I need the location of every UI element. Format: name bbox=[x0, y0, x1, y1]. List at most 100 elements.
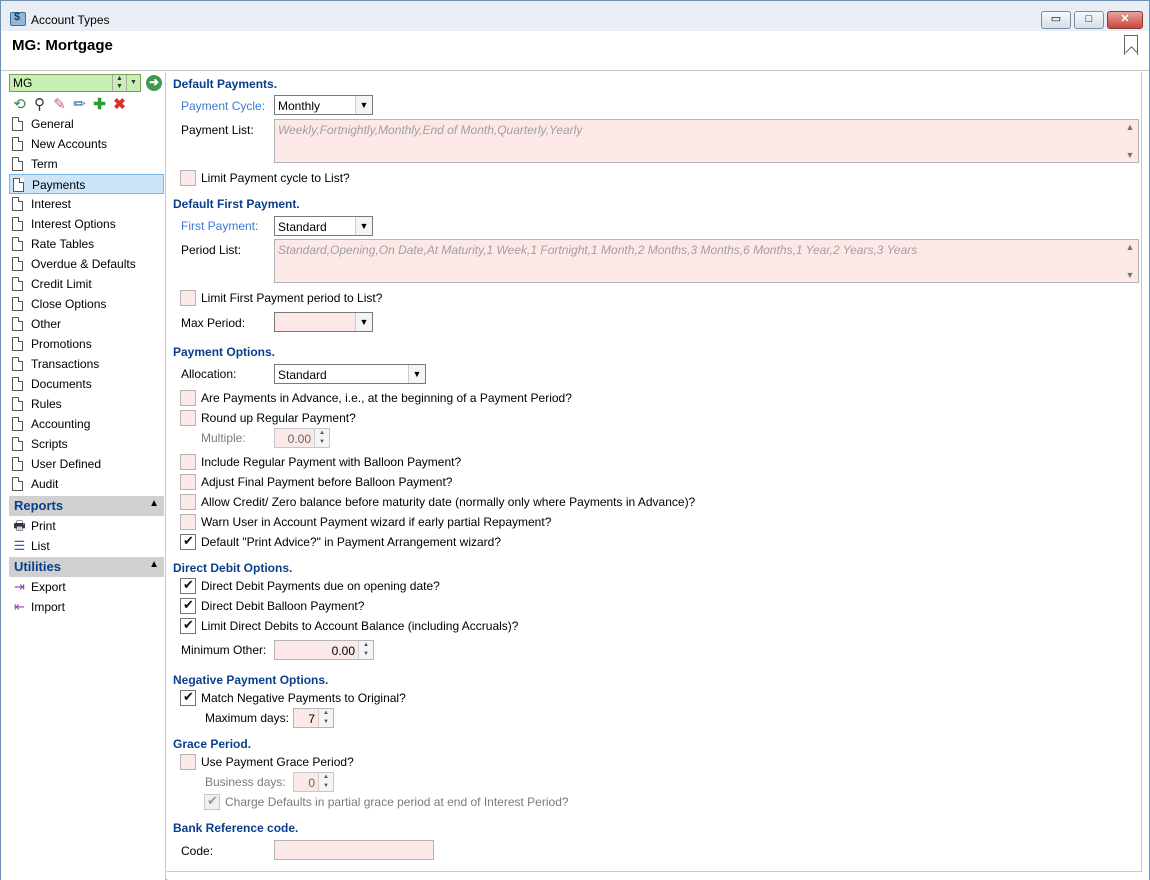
scroll-up-icon[interactable]: ▲ bbox=[1122, 242, 1138, 252]
sidebar-item-credit-limit[interactable]: Credit Limit bbox=[9, 274, 164, 294]
code-label: Code: bbox=[181, 844, 214, 858]
sidebar-item-overdue-defaults[interactable]: Overdue & Defaults bbox=[9, 254, 164, 274]
utilities-section-header[interactable]: Utilities ▲ bbox=[9, 557, 164, 577]
document-icon bbox=[12, 257, 23, 271]
sidebar-item-interest-options[interactable]: Interest Options bbox=[9, 214, 164, 234]
sidebar-item-general[interactable]: General bbox=[9, 114, 164, 134]
add-icon[interactable]: ✚ bbox=[91, 96, 108, 113]
sidebar-item-import[interactable]: ⇤ Import bbox=[9, 597, 164, 617]
charge-defaults-checkbox[interactable] bbox=[204, 793, 220, 810]
max-period-label: Max Period: bbox=[181, 316, 246, 330]
payment-list-field[interactable]: Weekly,Fortnightly,Monthly,End of Month,… bbox=[274, 119, 1139, 163]
sidebar-item-label: New Accounts bbox=[31, 137, 108, 151]
round-up-label: Round up Regular Payment? bbox=[201, 411, 356, 425]
sidebar-item-label: Transactions bbox=[31, 357, 100, 371]
use-grace-period-checkbox[interactable] bbox=[180, 754, 196, 770]
sidebar-item-user-defined[interactable]: User Defined bbox=[9, 454, 164, 474]
stepper-arrows-icon[interactable]: ▲ ▼ bbox=[318, 709, 333, 727]
sidebar-item-rules[interactable]: Rules bbox=[9, 394, 164, 414]
bookmark-icon[interactable] bbox=[1124, 35, 1138, 55]
chevron-up-icon[interactable]: ▲ bbox=[149, 559, 159, 570]
sidebar-item-transactions[interactable]: Transactions bbox=[9, 354, 164, 374]
include-regular-label: Include Regular Payment with Balloon Pay… bbox=[201, 455, 462, 469]
dd-balloon-checkbox[interactable] bbox=[180, 597, 196, 614]
binoculars-icon[interactable]: ⚲ bbox=[31, 96, 48, 113]
allow-credit-checkbox[interactable] bbox=[180, 494, 196, 510]
sidebar-item-scripts[interactable]: Scripts bbox=[9, 434, 164, 454]
close-button[interactable]: ✕ bbox=[1107, 11, 1143, 29]
chevron-down-icon[interactable]: ▼ bbox=[355, 96, 372, 114]
period-list-label: Period List: bbox=[181, 243, 242, 257]
code-input[interactable] bbox=[274, 840, 434, 860]
spin-down-icon[interactable]: ▼ bbox=[112, 83, 126, 91]
sidebar-item-label: Interest bbox=[31, 197, 72, 211]
delete-icon[interactable]: ✖ bbox=[111, 96, 128, 113]
scroll-down-icon[interactable]: ▼ bbox=[1122, 270, 1138, 280]
first-payment-select[interactable]: Standard ▼ bbox=[274, 216, 373, 236]
pencil-icon[interactable]: ✏ bbox=[71, 96, 88, 113]
chevron-down-icon[interactable]: ▼ bbox=[408, 365, 425, 383]
sidebar-item-list[interactable]: ☰ List bbox=[9, 536, 164, 556]
eraser-icon[interactable]: ✎ bbox=[51, 96, 68, 113]
limit-first-payment-checkbox[interactable] bbox=[180, 290, 196, 306]
sidebar-item-rate-tables[interactable]: Rate Tables bbox=[9, 234, 164, 254]
payment-cycle-select[interactable]: Monthly ▼ bbox=[274, 95, 373, 115]
stepper-arrows-icon[interactable]: ▲ ▼ bbox=[318, 773, 333, 791]
adjust-final-checkbox[interactable] bbox=[180, 474, 196, 490]
multiple-value: 0.00 bbox=[287, 432, 311, 446]
sidebar-item-payments[interactable]: Payments bbox=[9, 174, 164, 194]
max-period-select[interactable]: ▼ bbox=[274, 312, 373, 332]
include-regular-checkbox[interactable] bbox=[180, 454, 196, 470]
reports-section-header[interactable]: Reports ▲ bbox=[9, 496, 164, 516]
match-negative-checkbox[interactable] bbox=[180, 689, 196, 706]
sidebar-item-other[interactable]: Other bbox=[9, 314, 164, 334]
section-title-grace-period: Grace Period. bbox=[173, 737, 252, 751]
sidebar-item-close-options[interactable]: Close Options bbox=[9, 294, 164, 314]
minimize-button[interactable]: ▭ bbox=[1041, 11, 1071, 29]
warn-user-checkbox[interactable] bbox=[180, 514, 196, 530]
scroll-down-icon[interactable]: ▼ bbox=[1122, 150, 1138, 160]
chevron-down-icon[interactable]: ▼ bbox=[126, 75, 140, 91]
chevron-up-icon[interactable]: ▲ bbox=[149, 498, 159, 509]
dd-due-opening-checkbox[interactable] bbox=[180, 577, 196, 594]
stepper-arrows-icon[interactable]: ▲ ▼ bbox=[314, 429, 329, 447]
stepper-arrows-icon[interactable]: ▲ ▼ bbox=[358, 641, 373, 659]
sidebar-item-new-accounts[interactable]: New Accounts bbox=[9, 134, 164, 154]
dd-limit-balance-checkbox[interactable] bbox=[180, 617, 196, 634]
limit-payment-cycle-checkbox[interactable] bbox=[180, 170, 196, 186]
sidebar-item-interest[interactable]: Interest bbox=[9, 194, 164, 214]
sidebar-item-accounting[interactable]: Accounting bbox=[9, 414, 164, 434]
payments-in-advance-checkbox[interactable] bbox=[180, 390, 196, 406]
page-header: MG: Mortgage bbox=[1, 31, 1149, 71]
sidebar-item-audit[interactable]: Audit bbox=[9, 474, 164, 494]
minimum-other-stepper[interactable]: 0.00 ▲ ▼ bbox=[274, 640, 374, 660]
sidebar-item-promotions[interactable]: Promotions bbox=[9, 334, 164, 354]
account-type-selector[interactable]: MG ▲ ▼ ▼ bbox=[9, 74, 141, 92]
chevron-down-icon[interactable]: ▼ bbox=[355, 217, 372, 235]
document-icon bbox=[12, 377, 23, 391]
allocation-select[interactable]: Standard ▼ bbox=[274, 364, 426, 384]
sidebar-item-label: Promotions bbox=[31, 337, 92, 351]
go-arrow-icon[interactable]: ➜ bbox=[146, 75, 162, 91]
round-up-checkbox[interactable] bbox=[180, 410, 196, 426]
business-days-stepper[interactable]: 0 ▲ ▼ bbox=[293, 772, 334, 792]
sidebar-item-label: List bbox=[31, 539, 50, 553]
maximum-days-stepper[interactable]: 7 ▲ ▼ bbox=[293, 708, 334, 728]
scroll-up-icon[interactable]: ▲ bbox=[1122, 122, 1138, 132]
sidebar-item-print[interactable]: 🖶 Print bbox=[9, 516, 164, 536]
spin-up-icon[interactable]: ▲ bbox=[112, 75, 126, 83]
scrollbar[interactable]: ▲ ▼ bbox=[1122, 240, 1138, 282]
document-icon bbox=[12, 417, 23, 431]
sidebar-item-term[interactable]: Term bbox=[9, 154, 164, 174]
sidebar-item-label: Term bbox=[31, 157, 58, 171]
sidebar-item-export[interactable]: ⇥ Export bbox=[9, 577, 164, 597]
sidebar-item-documents[interactable]: Documents bbox=[9, 374, 164, 394]
scrollbar[interactable]: ▲ ▼ bbox=[1122, 120, 1138, 162]
default-print-advice-checkbox[interactable] bbox=[180, 533, 196, 550]
chevron-down-icon[interactable]: ▼ bbox=[355, 313, 372, 331]
period-list-field[interactable]: Standard,Opening,On Date,At Maturity,1 W… bbox=[274, 239, 1139, 283]
app-icon bbox=[10, 11, 26, 26]
multiple-stepper[interactable]: 0.00 ▲ ▼ bbox=[274, 428, 330, 448]
history-icon[interactable]: ⟲ bbox=[11, 96, 28, 113]
maximize-button[interactable]: □ bbox=[1074, 11, 1104, 29]
